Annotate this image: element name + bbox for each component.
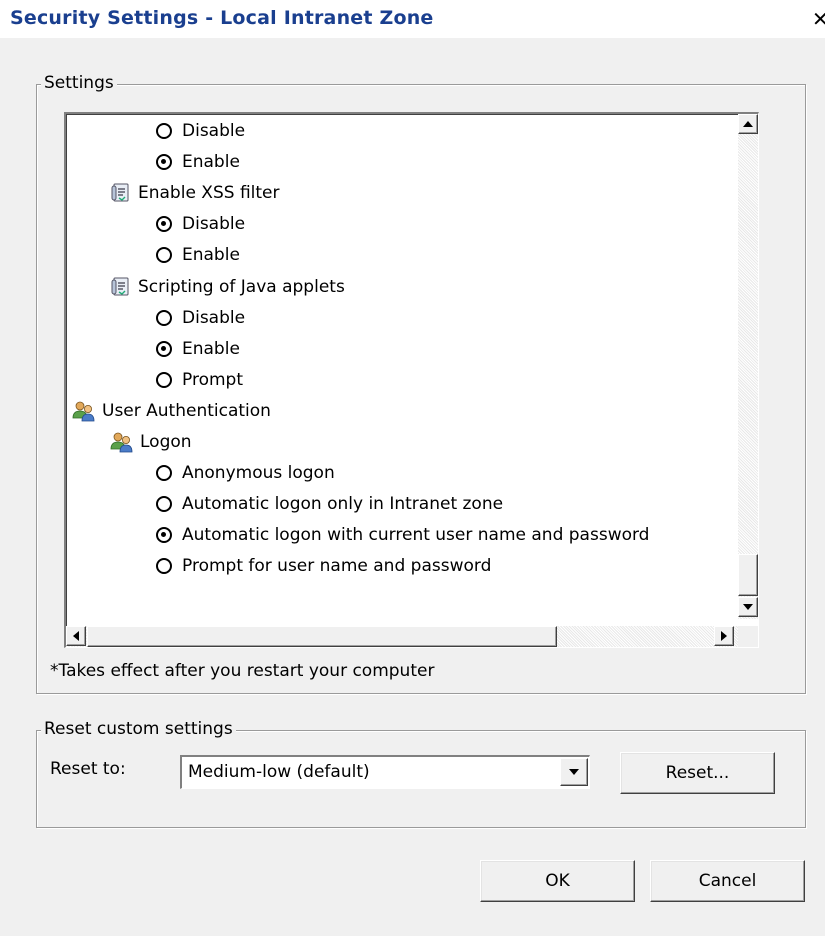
horizontal-scrollbar[interactable]	[66, 626, 738, 647]
radio-option[interactable]: Anonymous logon	[156, 458, 335, 488]
ok-button[interactable]: OK	[480, 860, 635, 902]
dropdown-button[interactable]	[560, 758, 588, 786]
title-bar: Security Settings - Local Intranet Zone …	[0, 0, 825, 38]
radio-option[interactable]: Automatic logon only in Intranet zone	[156, 489, 503, 519]
tree-item-label: Enable	[182, 152, 240, 173]
vertical-scroll-thumb[interactable]	[738, 554, 758, 596]
close-button[interactable]: ✕	[812, 8, 825, 32]
tree-item-label: Scripting of Java applets	[138, 276, 345, 297]
horizontal-scroll-thumb[interactable]	[87, 626, 557, 647]
reset-level-select[interactable]: Medium-low (default)	[180, 755, 590, 789]
radio-unchecked-icon[interactable]	[156, 309, 172, 326]
users-icon	[72, 400, 96, 422]
radio-option[interactable]: Enable	[156, 147, 240, 177]
users-icon	[110, 431, 134, 453]
radio-option[interactable]: Disable	[156, 303, 245, 333]
radio-option[interactable]: Enable	[156, 334, 240, 364]
vertical-scrollbar[interactable]	[738, 114, 758, 619]
chevron-down-icon	[569, 769, 579, 775]
scroll-left-button[interactable]	[66, 626, 86, 646]
scroll-down-button[interactable]	[738, 597, 758, 617]
arrow-down-icon	[743, 604, 753, 610]
arrow-right-icon	[721, 631, 727, 641]
tree-item-label: Prompt	[182, 369, 243, 390]
reset-button[interactable]: Reset...	[620, 752, 775, 794]
scrollbar-corner	[738, 626, 758, 647]
radio-unchecked-icon[interactable]	[156, 247, 172, 264]
settings-tree-item[interactable]: User Authentication	[72, 396, 271, 426]
tree-item-label: Anonymous logon	[182, 463, 335, 484]
radio-unchecked-icon[interactable]	[156, 558, 172, 575]
tree-item-label: Disable	[182, 214, 246, 235]
radio-unchecked-icon[interactable]	[156, 123, 172, 139]
radio-option[interactable]: Prompt	[156, 365, 243, 395]
radio-checked-icon[interactable]	[156, 154, 172, 171]
radio-checked-icon[interactable]	[156, 527, 172, 544]
radio-unchecked-icon[interactable]	[156, 371, 172, 388]
scroll-up-button[interactable]	[738, 114, 758, 134]
tree-item-label: Automatic logon with current user name a…	[182, 525, 650, 546]
radio-option[interactable]: Disable	[156, 116, 245, 146]
tree-item-label: User Authentication	[102, 400, 271, 421]
tree-item-label: Disable	[182, 307, 246, 328]
radio-checked-icon[interactable]	[156, 340, 172, 357]
settings-tree-item[interactable]: Logon	[110, 427, 192, 457]
tree-item-label: Enable XSS filter	[138, 183, 280, 204]
script-settings-icon	[110, 276, 132, 298]
radio-unchecked-icon[interactable]	[156, 496, 172, 513]
tree-item-label: Enable	[182, 338, 240, 359]
settings-tree-item[interactable]: Enable XSS filter	[110, 178, 280, 208]
radio-option[interactable]: Prompt for user name and password	[156, 551, 491, 581]
window-title: Security Settings - Local Intranet Zone	[10, 7, 434, 29]
arrow-up-icon	[743, 121, 753, 127]
radio-option[interactable]: Disable	[156, 209, 245, 239]
script-settings-icon	[110, 182, 132, 204]
scroll-right-button[interactable]	[714, 626, 734, 646]
restart-note: *Takes effect after you restart your com…	[50, 661, 435, 681]
settings-tree-item[interactable]: Scripting of Java applets	[110, 272, 345, 302]
cancel-button[interactable]: Cancel	[650, 860, 805, 902]
tree-item-label: Logon	[140, 432, 192, 452]
radio-option[interactable]: Enable	[156, 240, 240, 270]
radio-checked-icon[interactable]	[156, 216, 172, 233]
reset-to-label: Reset to:	[50, 759, 126, 779]
radio-unchecked-icon[interactable]	[156, 465, 172, 482]
close-icon: ✕	[812, 7, 825, 31]
settings-list[interactable]: Disable Enable Enable XSS filter Disable Ena…	[64, 112, 759, 648]
radio-option[interactable]: Automatic logon with current user name a…	[156, 520, 649, 550]
reset-group-legend: Reset custom settings	[41, 719, 236, 739]
settings-group-legend: Settings	[41, 73, 117, 93]
tree-item-label: Enable	[182, 245, 240, 266]
arrow-left-icon	[73, 631, 79, 641]
reset-level-value: Medium-low (default)	[188, 762, 370, 782]
tree-item-label: Automatic logon only in Intranet zone	[182, 494, 504, 515]
tree-item-label: Prompt for user name and password	[182, 556, 492, 577]
tree-item-label: Disable	[182, 121, 246, 141]
